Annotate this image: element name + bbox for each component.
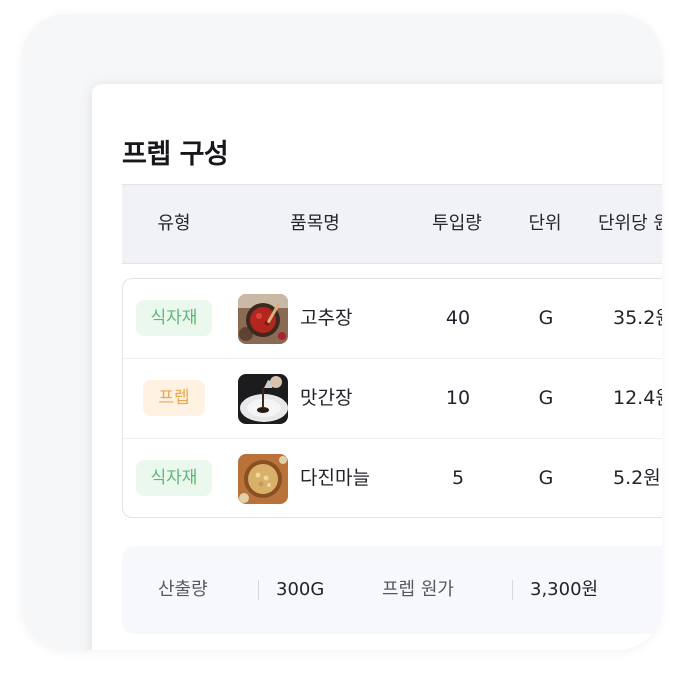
soy-sauce-icon bbox=[238, 374, 288, 424]
page-title: 프렙 구성 bbox=[122, 139, 229, 170]
yield-value: 300G bbox=[276, 579, 325, 600]
table-row[interactable]: 프렙 맛간장 10 G 12.4원 bbox=[123, 358, 662, 438]
item-name: 고추장 bbox=[300, 307, 353, 329]
item-amount: 5 bbox=[451, 467, 465, 489]
item-unit-price: 5.2원 bbox=[613, 467, 661, 489]
type-badge: 식자재 bbox=[136, 460, 212, 496]
header-unit-price: 단위당 원 bbox=[598, 213, 662, 234]
item-unit-price: 12.4원 bbox=[613, 387, 662, 409]
table-row[interactable]: 식자재 고추장 40 G 35.2 bbox=[123, 279, 662, 358]
summary-divider bbox=[512, 580, 513, 600]
item-unit: G bbox=[538, 307, 554, 329]
header-type: 유형 bbox=[157, 213, 191, 234]
item-amount: 10 bbox=[445, 387, 471, 409]
yield-label: 산출량 bbox=[158, 579, 208, 600]
item-name: 다진마늘 bbox=[300, 467, 370, 489]
summary-divider bbox=[258, 580, 259, 600]
prep-cost-label: 프렙 원가 bbox=[382, 579, 454, 600]
item-unit-price: 35.2원 bbox=[613, 307, 662, 329]
garlic-icon bbox=[238, 454, 288, 504]
item-amount: 40 bbox=[445, 307, 471, 329]
header-unit: 단위 bbox=[528, 213, 562, 234]
summary-bar: 산출량 300G 프렙 원가 3,300원 bbox=[122, 546, 662, 634]
header-amount: 투입량 bbox=[432, 213, 482, 234]
table-row[interactable]: 식자재 다진마늘 5 G 5.2원 bbox=[123, 438, 662, 518]
type-badge: 식자재 bbox=[136, 300, 212, 336]
prep-cost-value: 3,300원 bbox=[530, 579, 599, 600]
item-unit: G bbox=[538, 467, 554, 489]
item-name: 맛간장 bbox=[300, 387, 353, 409]
type-badge: 프렙 bbox=[143, 380, 205, 416]
table-body: 식자재 고추장 40 G 35.2 프렙 맛간장 10 G 12.4 식자재 다… bbox=[122, 278, 662, 518]
gochujang-icon bbox=[238, 294, 288, 344]
table-header: 유형 품목명 투입량 단위 단위당 원 bbox=[122, 184, 662, 264]
header-item-name: 품목명 bbox=[290, 213, 340, 234]
item-unit: G bbox=[538, 387, 554, 409]
prep-composition-card: 프렙 구성 유형 품목명 투입량 단위 단위당 원 식자재 고추장 40 G 3… bbox=[92, 84, 662, 650]
app-frame: 프렙 구성 유형 품목명 투입량 단위 단위당 원 식자재 고추장 40 G 3… bbox=[22, 14, 662, 650]
